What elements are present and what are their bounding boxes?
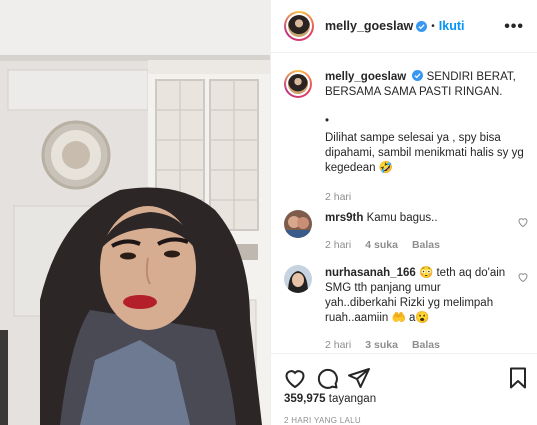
author-avatar[interactable] — [284, 11, 314, 41]
comments-section[interactable]: melly_goeslaw SENDIRI BERAT, BERSAMA SAM… — [271, 53, 537, 353]
caption-bullet: • — [325, 115, 330, 127]
views-label: tayangan — [328, 393, 377, 405]
caption-avatar[interactable] — [284, 70, 312, 98]
separator-dot: • — [431, 20, 435, 32]
video-frame-image — [0, 0, 270, 425]
like-comment-heart-icon[interactable] — [517, 216, 529, 228]
post-actions: 359,975 tayangan 2 HARI YANG LALU — [271, 353, 537, 425]
paper-plane-icon[interactable] — [347, 366, 371, 390]
caption-username[interactable]: melly_goeslaw — [325, 71, 406, 83]
post-header: melly_goeslaw • Ikuti ••• — [271, 0, 537, 53]
more-options-icon[interactable]: ••• — [504, 18, 524, 36]
commenter-username[interactable]: nurhasanah_166 — [325, 267, 416, 279]
view-count[interactable]: 359,975 tayangan — [284, 393, 376, 405]
comment-icon[interactable] — [315, 366, 339, 390]
comment-likes[interactable]: 3 suka — [365, 338, 398, 353]
heart-icon[interactable] — [283, 366, 307, 390]
reply-button[interactable]: Balas — [412, 338, 440, 353]
commenter-username[interactable]: mrs9th — [325, 212, 363, 224]
caption-text-2: Dilihat sampe selesai ya , spy bisa dipa… — [325, 132, 524, 174]
commenter-avatar[interactable] — [284, 210, 312, 238]
like-comment-heart-icon[interactable] — [517, 271, 529, 283]
views-number: 359,975 — [284, 393, 326, 405]
follow-button[interactable]: Ikuti — [439, 19, 465, 33]
caption-time[interactable]: 2 hari — [325, 190, 525, 205]
comment-likes[interactable]: 4 suka — [365, 238, 398, 253]
author-username[interactable]: melly_goeslaw — [325, 19, 413, 33]
verified-badge-icon — [416, 20, 428, 32]
comment-time[interactable]: 2 hari — [325, 238, 351, 253]
post-timestamp[interactable]: 2 HARI YANG LALU — [284, 416, 361, 425]
reply-button[interactable]: Balas — [412, 238, 440, 253]
bookmark-icon[interactable] — [506, 366, 530, 390]
comment-time[interactable]: 2 hari — [325, 338, 351, 353]
post-details-panel: melly_goeslaw • Ikuti ••• melly_goeslaw — [270, 0, 537, 425]
comment-text: Kamu bagus.. — [366, 212, 438, 224]
commenter-avatar[interactable] — [284, 265, 312, 293]
verified-badge-icon — [412, 70, 424, 81]
post-video[interactable] — [0, 0, 270, 425]
